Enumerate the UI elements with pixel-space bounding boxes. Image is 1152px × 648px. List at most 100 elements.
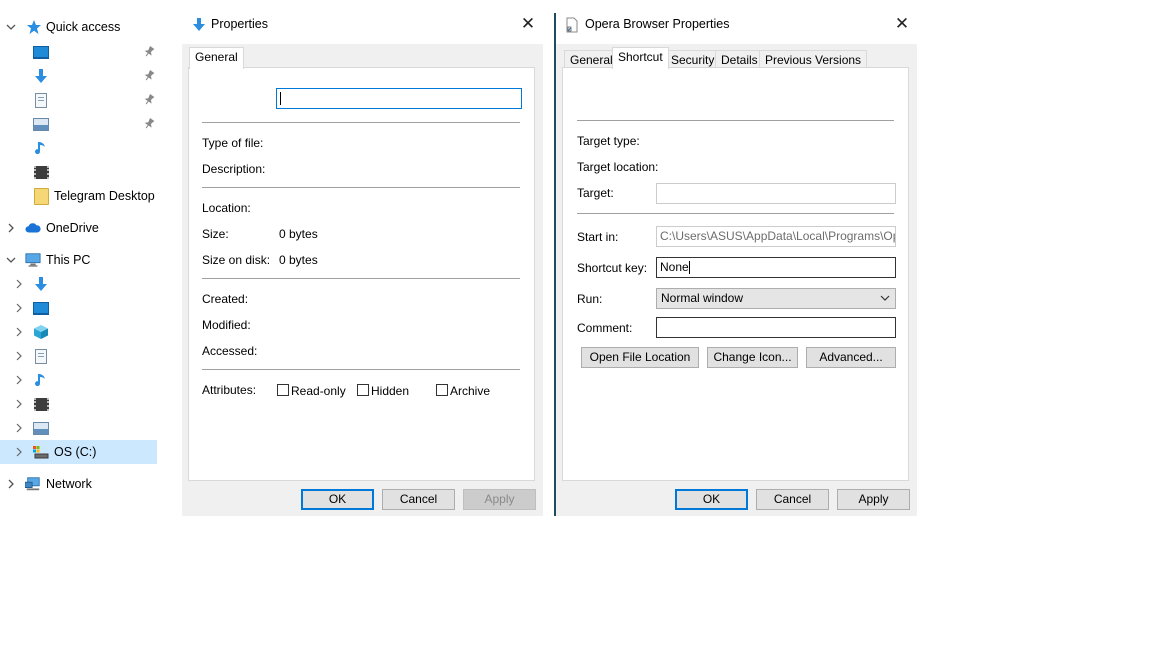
pc-videos-item[interactable] bbox=[0, 392, 157, 416]
videos-icon bbox=[33, 164, 49, 180]
accessed-label: Accessed: bbox=[202, 344, 258, 358]
pc-3d-objects-item[interactable] bbox=[0, 320, 157, 344]
tab-general[interactable]: General bbox=[189, 47, 244, 69]
advanced-button[interactable]: Advanced... bbox=[806, 347, 896, 368]
apply-button[interactable]: Apply bbox=[463, 489, 536, 510]
quick-item-documents[interactable] bbox=[0, 88, 157, 112]
star-icon bbox=[26, 19, 42, 35]
hidden-checkbox[interactable] bbox=[357, 384, 369, 396]
os-drive-label: OS (C:) bbox=[54, 445, 97, 459]
videos-icon bbox=[33, 396, 49, 412]
close-icon[interactable]: ✕ bbox=[517, 14, 539, 36]
change-icon-button[interactable]: Change Icon... bbox=[707, 347, 798, 368]
navigation-pane: Quick access Telegram Desktop OneDrive T… bbox=[0, 0, 160, 500]
opera-dialog-title: Opera Browser Properties bbox=[585, 17, 730, 31]
this-pc-item[interactable]: This PC bbox=[0, 248, 157, 272]
apply-button[interactable]: Apply bbox=[837, 489, 910, 510]
pc-documents-item[interactable] bbox=[0, 344, 157, 368]
onedrive-label: OneDrive bbox=[46, 221, 99, 235]
quick-item-music[interactable] bbox=[0, 136, 157, 160]
quick-item-downloads[interactable] bbox=[0, 64, 157, 88]
pc-downloads-item[interactable] bbox=[0, 272, 157, 296]
chevron-down-icon[interactable] bbox=[6, 15, 16, 39]
read-only-label: Read-only bbox=[291, 384, 346, 398]
network-item[interactable]: Network bbox=[0, 472, 157, 496]
cancel-button[interactable]: Cancel bbox=[382, 489, 455, 510]
desktop-icon bbox=[33, 44, 49, 60]
target-input[interactable] bbox=[656, 183, 896, 204]
pc-music-item[interactable] bbox=[0, 368, 157, 392]
pictures-icon bbox=[33, 420, 49, 436]
target-label: Target: bbox=[577, 186, 614, 200]
chevron-right-icon[interactable] bbox=[14, 320, 24, 344]
quick-item-desktop[interactable] bbox=[0, 40, 157, 64]
read-only-checkbox[interactable] bbox=[277, 384, 289, 396]
target-type-label: Target type: bbox=[577, 134, 640, 148]
tab-shortcut[interactable]: Shortcut bbox=[612, 47, 669, 69]
open-file-location-button[interactable]: Open File Location bbox=[581, 347, 699, 368]
download-arrow-icon bbox=[192, 17, 206, 36]
filename-input[interactable] bbox=[276, 88, 522, 109]
downloads-icon bbox=[33, 68, 49, 84]
chevron-right-icon[interactable] bbox=[6, 472, 16, 496]
separator bbox=[202, 122, 520, 123]
close-icon[interactable]: ✕ bbox=[891, 14, 913, 36]
opera-titlebar: Opera Browser Properties ✕ bbox=[556, 6, 917, 44]
music-icon bbox=[33, 372, 49, 388]
run-label: Run: bbox=[577, 292, 603, 306]
network-icon bbox=[25, 476, 41, 492]
archive-label: Archive bbox=[450, 384, 491, 398]
chevron-down-icon bbox=[880, 289, 890, 315]
chevron-right-icon[interactable] bbox=[14, 272, 24, 296]
attributes-label: Attributes: bbox=[202, 383, 257, 397]
archive-checkbox[interactable] bbox=[436, 384, 448, 396]
run-select[interactable]: Normal window bbox=[656, 288, 896, 309]
pc-desktop-item[interactable] bbox=[0, 296, 157, 320]
shortcut-key-input[interactable]: None bbox=[656, 257, 896, 278]
quick-item-videos[interactable] bbox=[0, 160, 157, 184]
ok-button[interactable]: OK bbox=[675, 489, 748, 510]
shortcut-key-value: None bbox=[660, 260, 689, 274]
onedrive-item[interactable]: OneDrive bbox=[0, 216, 157, 240]
quick-item-pictures[interactable] bbox=[0, 112, 157, 136]
chevron-right-icon[interactable] bbox=[14, 440, 24, 464]
chevron-down-icon[interactable] bbox=[6, 248, 16, 272]
type-of-file-label: Type of file: bbox=[202, 136, 264, 150]
pc-pictures-item[interactable] bbox=[0, 416, 157, 440]
size-value: 0 bytes bbox=[279, 227, 318, 241]
properties-title: Properties bbox=[211, 17, 268, 31]
chevron-right-icon[interactable] bbox=[6, 216, 16, 240]
cancel-button[interactable]: Cancel bbox=[756, 489, 829, 510]
3d-objects-icon bbox=[33, 324, 49, 340]
documents-icon bbox=[33, 348, 49, 364]
shortcut-file-icon bbox=[565, 17, 579, 36]
chevron-right-icon[interactable] bbox=[14, 296, 24, 320]
os-drive-item[interactable]: OS (C:) bbox=[0, 440, 157, 464]
pin-icon bbox=[143, 117, 155, 130]
quick-item-telegram[interactable]: Telegram Desktop bbox=[0, 184, 157, 208]
pin-icon bbox=[143, 45, 155, 58]
desktop-icon bbox=[33, 300, 49, 316]
ok-button[interactable]: OK bbox=[301, 489, 374, 510]
chevron-right-icon[interactable] bbox=[14, 368, 24, 392]
general-panel: Type of file: Description: Location: Siz… bbox=[188, 67, 535, 481]
chevron-right-icon[interactable] bbox=[14, 392, 24, 416]
size-label: Size: bbox=[202, 227, 229, 241]
modified-label: Modified: bbox=[202, 318, 251, 332]
separator bbox=[577, 213, 894, 214]
downloads-icon bbox=[33, 276, 49, 292]
size-on-disk-value: 0 bytes bbox=[279, 253, 318, 267]
text-caret bbox=[688, 261, 690, 275]
size-on-disk-label: Size on disk: bbox=[202, 253, 271, 267]
quick-access-item[interactable]: Quick access bbox=[0, 15, 157, 39]
shortcut-key-label: Shortcut key: bbox=[577, 261, 648, 275]
separator bbox=[202, 278, 520, 279]
computer-icon bbox=[25, 252, 41, 268]
chevron-right-icon[interactable] bbox=[14, 416, 24, 440]
start-in-input[interactable]: C:\Users\ASUS\AppData\Local\Programs\Ope… bbox=[656, 226, 896, 247]
documents-icon bbox=[33, 92, 49, 108]
separator bbox=[202, 369, 520, 370]
comment-label: Comment: bbox=[577, 321, 633, 335]
comment-input[interactable] bbox=[656, 317, 896, 338]
chevron-right-icon[interactable] bbox=[14, 344, 24, 368]
